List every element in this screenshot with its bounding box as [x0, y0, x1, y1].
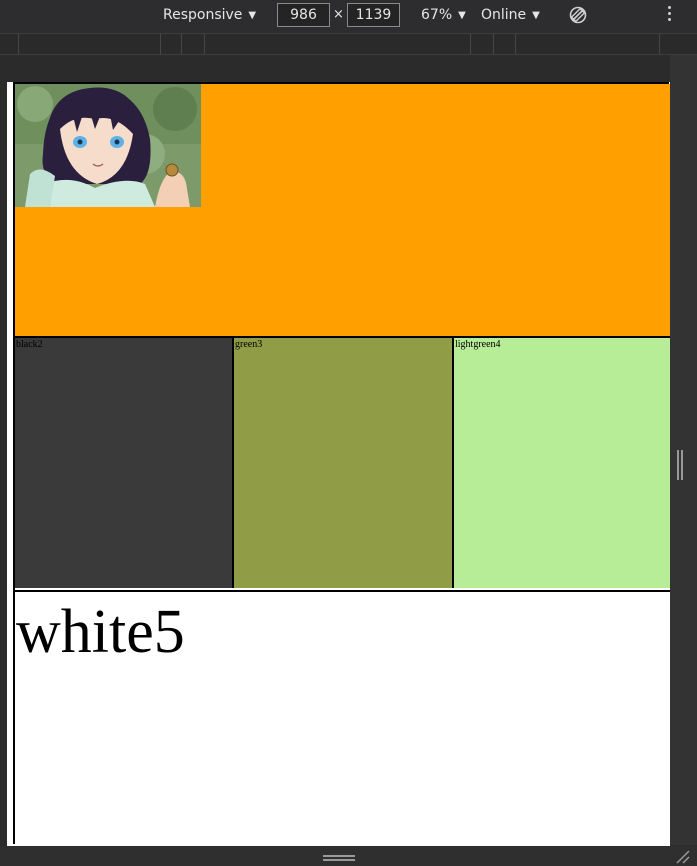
height-input[interactable] — [347, 3, 400, 27]
emulated-viewport: black2 green3 lightgreen4 white5 — [7, 82, 670, 846]
more-options-icon[interactable] — [668, 6, 672, 24]
bottom-resize-handle[interactable] — [323, 855, 355, 861]
device-mode-label: Responsive — [163, 7, 243, 23]
viewport-margin — [0, 55, 697, 82]
orange-box — [15, 84, 670, 338]
anime-character-image — [15, 84, 201, 207]
right-resize-handle[interactable] — [677, 450, 683, 480]
rotate-icon[interactable] — [568, 5, 588, 25]
zoom-label: 67% — [421, 7, 453, 23]
chevron-down-icon: ▼ — [248, 9, 257, 21]
cell-label: green3 — [235, 339, 263, 350]
times-symbol: × — [333, 7, 344, 22]
green-cell: green3 — [234, 338, 454, 588]
corner-resize-icon[interactable] — [675, 849, 690, 864]
cell-label: black2 — [16, 339, 43, 350]
lightgreen-cell: lightgreen4 — [454, 338, 670, 588]
white-box-label: white5 — [16, 598, 185, 666]
right-resize-gutter — [670, 55, 697, 845]
white-box: white5 — [15, 590, 670, 844]
width-input[interactable] — [277, 3, 330, 27]
device-toolbar: Responsive ▼ × 67% ▼ Online ▼ — [0, 0, 697, 33]
throttling-label: Online — [481, 7, 527, 23]
throttling-dropdown[interactable]: Online ▼ — [481, 7, 540, 23]
media-query-ruler — [0, 33, 697, 55]
black-cell: black2 — [15, 338, 234, 588]
chevron-down-icon: ▼ — [458, 9, 466, 21]
zoom-dropdown[interactable]: 67% ▼ — [421, 7, 466, 23]
page-container: black2 green3 lightgreen4 white5 — [13, 82, 670, 844]
color-cell-row: black2 green3 lightgreen4 — [15, 338, 670, 590]
cell-label: lightgreen4 — [455, 339, 501, 350]
chevron-down-icon: ▼ — [532, 9, 540, 21]
device-mode-dropdown[interactable]: Responsive ▼ — [163, 7, 256, 23]
